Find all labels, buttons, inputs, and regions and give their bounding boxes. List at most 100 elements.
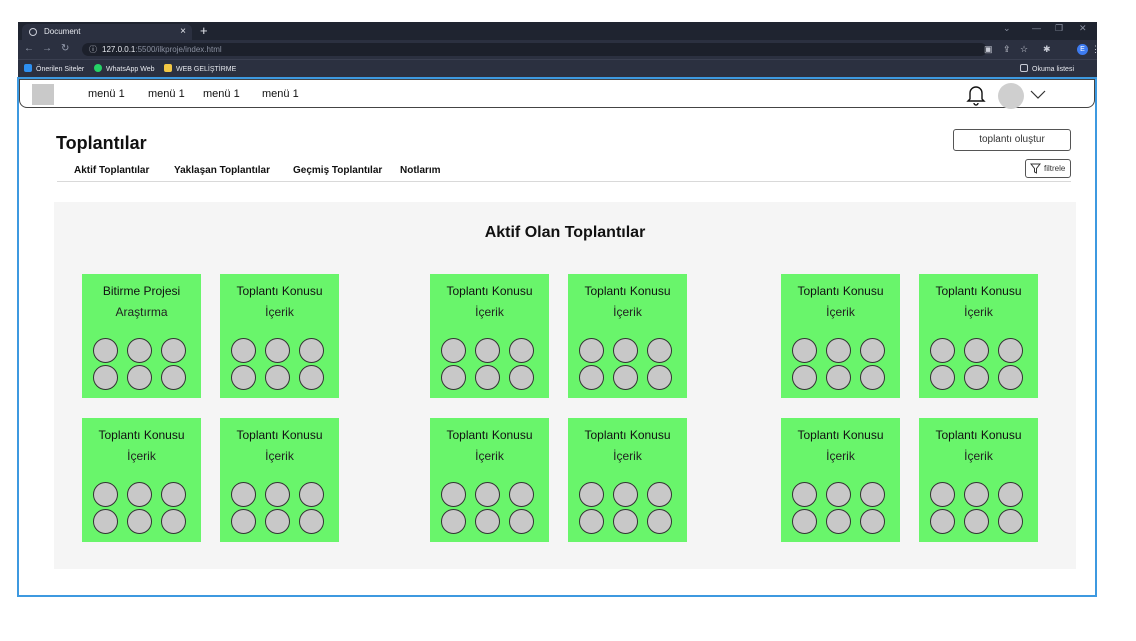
reading-list[interactable]: Okuma listesi [1020,64,1074,75]
restore-icon[interactable]: ❐ [1055,23,1063,34]
participant-avatar[interactable] [231,365,256,390]
minimize-icon[interactable]: — [1032,23,1041,33]
participant-avatar[interactable] [998,365,1023,390]
participant-avatar[interactable] [930,509,955,534]
meeting-card[interactable]: Toplantı Konusu İçerik [781,418,900,542]
participant-avatar[interactable] [998,509,1023,534]
meeting-card[interactable]: Toplantı Konusu İçerik [220,418,339,542]
meeting-card[interactable]: Toplantı Konusu İçerik [568,418,687,542]
participant-avatar[interactable] [509,338,534,363]
participant-avatar[interactable] [930,338,955,363]
meeting-card[interactable]: Toplantı Konusu İçerik [919,274,1038,398]
participant-avatar[interactable] [127,509,152,534]
participant-avatar[interactable] [998,482,1023,507]
participant-avatar[interactable] [161,365,186,390]
participant-avatar[interactable] [299,482,324,507]
participant-avatar[interactable] [826,482,851,507]
participant-avatar[interactable] [509,509,534,534]
reload-icon[interactable]: ↻ [61,43,69,54]
new-tab-button[interactable]: + [200,23,208,39]
info-icon[interactable]: ⓘ [89,43,97,56]
participant-avatar[interactable] [792,365,817,390]
participant-avatar[interactable] [231,482,256,507]
tab-search-icon[interactable]: ⌄ [1003,23,1011,34]
meeting-card[interactable]: Toplantı Konusu İçerik [919,418,1038,542]
participant-avatar[interactable] [964,365,989,390]
participant-avatar[interactable] [579,338,604,363]
participant-avatar[interactable] [792,482,817,507]
forward-icon[interactable]: → [42,43,52,54]
participant-avatar[interactable] [964,338,989,363]
close-window-icon[interactable]: ✕ [1079,23,1087,34]
bookmark-onerilen[interactable]: Önerilen Siteler [24,64,84,75]
participant-avatar[interactable] [231,509,256,534]
participant-avatar[interactable] [127,365,152,390]
participant-avatar[interactable] [93,338,118,363]
tab-active-meetings[interactable]: Aktif Toplantılar [74,165,149,176]
back-icon[interactable]: ← [24,43,34,54]
participant-avatar[interactable] [161,338,186,363]
participant-avatar[interactable] [792,338,817,363]
meeting-card[interactable]: Toplantı Konusu İçerik [568,274,687,398]
participant-avatar[interactable] [93,509,118,534]
url-field[interactable]: ⓘ 127.0.0.1:5500/ilkproje/index.html [82,43,987,56]
extensions-icon[interactable]: ✱ [1043,44,1051,55]
participant-avatar[interactable] [930,365,955,390]
participant-avatar[interactable] [441,338,466,363]
participant-avatar[interactable] [860,338,885,363]
participant-avatar[interactable] [509,365,534,390]
participant-avatar[interactable] [860,482,885,507]
participant-avatar[interactable] [998,338,1023,363]
participant-avatar[interactable] [826,365,851,390]
participant-avatar[interactable] [93,365,118,390]
participant-avatar[interactable] [647,509,672,534]
kebab-menu-icon[interactable]: ⋮ [1091,44,1100,55]
tab-upcoming-meetings[interactable]: Yaklaşan Toplantılar [174,165,270,176]
profile-avatar[interactable]: E [1077,44,1088,55]
bookmark-whatsapp[interactable]: WhatsApp Web [94,64,155,75]
meeting-card[interactable]: Toplantı Konusu İçerik [82,418,201,542]
meeting-card[interactable]: Bitirme Projesi Araştırma [82,274,201,398]
participant-avatar[interactable] [613,365,638,390]
meeting-card[interactable]: Toplantı Konusu İçerik [430,418,549,542]
participant-avatar[interactable] [127,338,152,363]
bookmark-web-folder[interactable]: WEB GELİŞTİRME [164,64,236,75]
participant-avatar[interactable] [509,482,534,507]
menu-item-1[interactable]: menü 1 [88,88,125,100]
participant-avatar[interactable] [964,509,989,534]
participant-avatar[interactable] [161,482,186,507]
participant-avatar[interactable] [127,482,152,507]
participant-avatar[interactable] [265,338,290,363]
participant-avatar[interactable] [930,482,955,507]
participant-avatar[interactable] [579,482,604,507]
filter-button[interactable]: filtrele [1025,159,1071,178]
participant-avatar[interactable] [613,338,638,363]
participant-avatar[interactable] [93,482,118,507]
meeting-card[interactable]: Toplantı Konusu İçerik [781,274,900,398]
participant-avatar[interactable] [441,482,466,507]
close-tab-icon[interactable]: × [180,24,186,40]
participant-avatar[interactable] [860,365,885,390]
menu-item-4[interactable]: menü 1 [262,88,299,100]
user-avatar[interactable] [998,83,1024,109]
meeting-card[interactable]: Toplantı Konusu İçerik [220,274,339,398]
participant-avatar[interactable] [579,509,604,534]
chevron-down-icon[interactable] [1030,88,1046,100]
participant-avatar[interactable] [579,365,604,390]
participant-avatar[interactable] [265,509,290,534]
star-icon[interactable]: ☆ [1020,44,1028,55]
participant-avatar[interactable] [441,509,466,534]
participant-avatar[interactable] [792,509,817,534]
participant-avatar[interactable] [475,509,500,534]
participant-avatar[interactable] [826,509,851,534]
participant-avatar[interactable] [231,338,256,363]
participant-avatar[interactable] [613,509,638,534]
tab-notes[interactable]: Notlarım [400,165,441,176]
meeting-card[interactable]: Toplantı Konusu İçerik [430,274,549,398]
participant-avatar[interactable] [161,509,186,534]
participant-avatar[interactable] [647,338,672,363]
participant-avatar[interactable] [647,482,672,507]
participant-avatar[interactable] [265,482,290,507]
participant-avatar[interactable] [647,365,672,390]
participant-avatar[interactable] [299,338,324,363]
